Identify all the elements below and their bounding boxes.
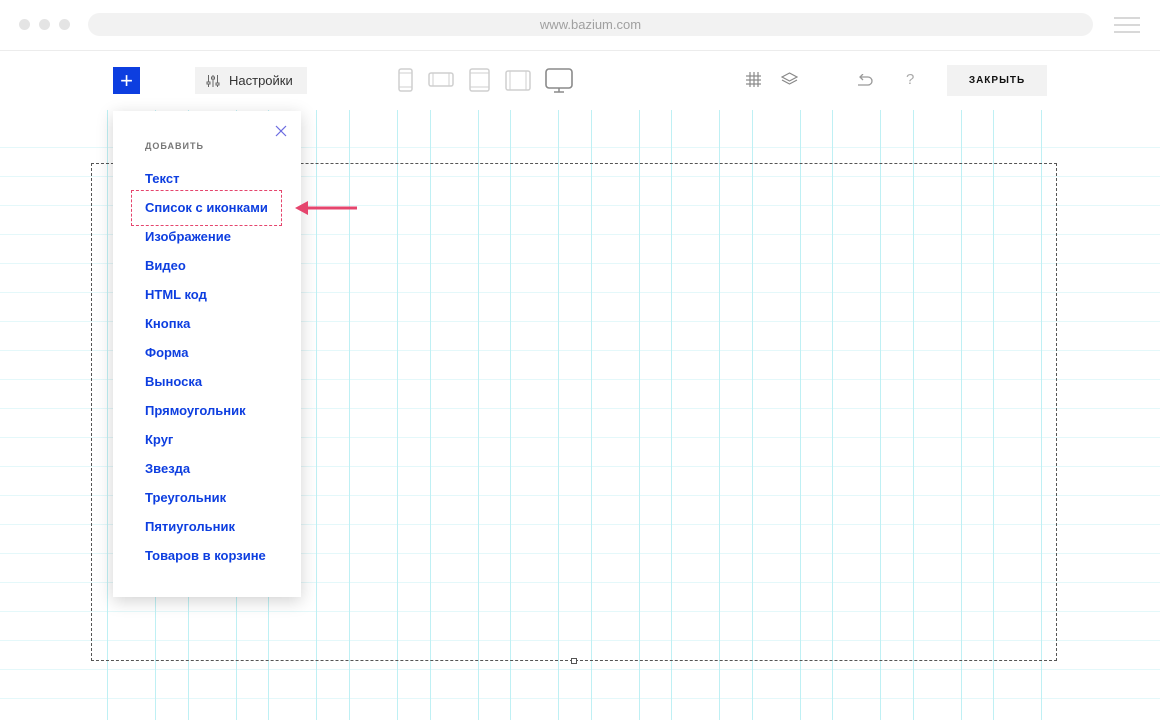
pointer-arrow-icon [295,201,357,215]
help-icon[interactable]: ? [906,71,914,88]
menu-item-rectangle[interactable]: Прямоугольник [145,403,268,432]
menu-item-button[interactable]: Кнопка [145,316,268,345]
menu-item-star[interactable]: Звезда [145,461,268,490]
menu-item-circle[interactable]: Круг [145,432,268,461]
window-dot[interactable] [19,19,30,30]
settings-label: Настройки [229,73,293,88]
menu-item-html-code[interactable]: HTML код [145,287,268,316]
phone-portrait-icon[interactable] [398,68,414,93]
menu-item-pentagon[interactable]: Пятиугольник [145,519,268,548]
menu-item-image[interactable]: Изображение [145,229,268,258]
address-bar[interactable]: www.bazium.com [88,13,1093,36]
phone-landscape-icon[interactable] [428,72,454,88]
add-element-button[interactable]: + [113,67,140,94]
window-dot[interactable] [39,19,50,30]
tablet-landscape-icon[interactable] [505,70,531,91]
sliders-icon [206,74,220,88]
undo-icon[interactable] [856,74,873,87]
grid-icon[interactable] [746,72,761,87]
tablet-portrait-icon[interactable] [469,68,491,93]
menu-item-triangle[interactable]: Треугольник [145,490,268,519]
highlight-frame [131,190,282,226]
resize-handle[interactable] [571,658,577,664]
panel-title: ДОБАВИТЬ [145,141,204,151]
menu-item-cart-count[interactable]: Товаров в корзине [145,548,268,577]
menu-item-form[interactable]: Форма [145,345,268,374]
window-dot[interactable] [59,19,70,30]
desktop-icon[interactable] [545,68,573,94]
menu-item-video[interactable]: Видео [145,258,268,287]
element-list: Текст Список с иконками Изображение Виде… [145,171,268,577]
menu-item-callout[interactable]: Выноска [145,374,268,403]
close-button[interactable]: ЗАКРЫТЬ [947,65,1047,96]
layers-icon[interactable] [781,72,798,87]
hamburger-menu-icon[interactable] [1114,17,1140,33]
settings-button[interactable]: Настройки [195,67,307,94]
close-icon[interactable] [273,123,289,139]
add-element-panel: ДОБАВИТЬ Текст Список с иконками Изображ… [113,111,301,597]
browser-chrome: www.bazium.com [0,0,1160,51]
